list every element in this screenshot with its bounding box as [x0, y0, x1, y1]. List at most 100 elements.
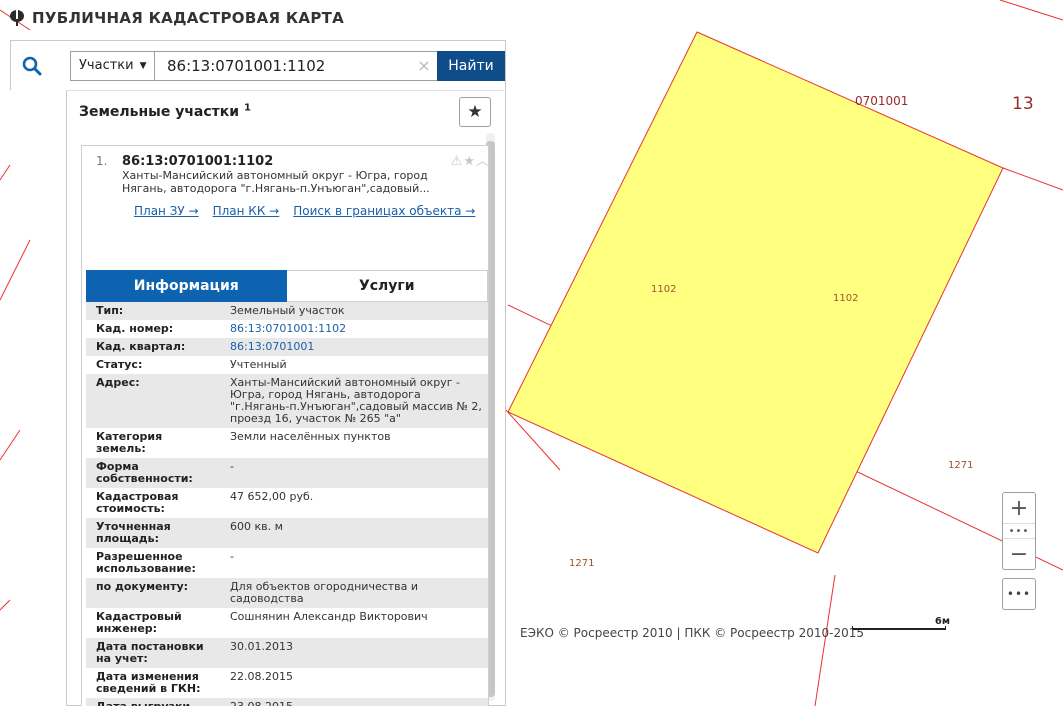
clear-icon[interactable]: ×: [411, 56, 437, 75]
info-key: Адрес:: [86, 374, 220, 428]
info-value: 30.01.2013: [220, 638, 488, 668]
table-row: Статус: Учтенный: [86, 356, 488, 374]
info-key: Категория земель:: [86, 428, 220, 458]
star-icon: ★: [467, 102, 483, 122]
plan-kk-link[interactable]: План КК →: [213, 204, 280, 218]
result-number: 1.: [96, 154, 108, 168]
info-key: Дата выгрузки сведений из ГКН:: [86, 698, 220, 706]
table-row: Уточненная площадь: 600 кв. м: [86, 518, 488, 548]
scale-line: [852, 626, 946, 630]
info-key: Кадастровый инженер:: [86, 608, 220, 638]
table-row: Кадастровая стоимость: 47 652,00 руб.: [86, 488, 488, 518]
info-value: 22.08.2015: [220, 668, 488, 698]
search-type-label: Участки: [79, 58, 134, 73]
info-value: Сошнянин Александр Викторович: [220, 608, 488, 638]
table-row: Адрес: Ханты-Мансийский автономный округ …: [86, 374, 488, 428]
favorites-button[interactable]: ★: [459, 97, 491, 127]
logo-icon: [10, 10, 24, 26]
info-value: Учтенный: [220, 356, 488, 374]
more-tools-button[interactable]: •••: [1002, 578, 1036, 610]
table-row: Категория земель: Земли населённых пункто…: [86, 428, 488, 458]
info-key: Кад. квартал:: [86, 338, 220, 356]
boundary-line: [0, 429, 21, 461]
result-title[interactable]: 86:13:0701001:1102: [122, 154, 478, 169]
info-key: Кадастровая стоимость:: [86, 488, 220, 518]
selected-parcel[interactable]: [507, 31, 1004, 554]
app-header: ПУБЛИЧНАЯ КАДАСТРОВАЯ КАРТА: [0, 0, 520, 36]
table-row: Форма собственности: -: [86, 458, 488, 488]
info-key: по документу:: [86, 578, 220, 608]
zoom-control: + ••• −: [1002, 492, 1036, 570]
table-row: Дата постановки на учет: 30.01.2013: [86, 638, 488, 668]
boundary-line: [1002, 167, 1063, 191]
table-row: Кад. номер: 86:13:0701001:1102: [86, 320, 488, 338]
info-table: Тип: Земельный участок Кад. номер: 86:13:0…: [86, 302, 488, 706]
info-value: 600 кв. м: [220, 518, 488, 548]
star-icon[interactable]: ★: [463, 154, 476, 169]
table-row: Дата изменения сведений в ГКН: 22.08.2015: [86, 668, 488, 698]
zoom-out-button[interactable]: −: [1003, 539, 1035, 569]
app-root: 0701001 13 1102 1102 1271 1271 ПУБЛИЧНАЯ…: [0, 0, 1063, 706]
panel-title: Земельные участки 1: [79, 102, 251, 120]
search-button[interactable]: [11, 42, 52, 90]
card-tools: ⚠★︿: [451, 150, 490, 169]
info-key: Тип:: [86, 302, 220, 320]
chevron-up-icon[interactable]: ︿: [476, 154, 490, 169]
boundary-line: [0, 239, 31, 301]
scale-label: 6м: [934, 616, 950, 627]
search-group: Участки ▼ × Найти: [70, 50, 505, 81]
info-key: Форма собственности:: [86, 458, 220, 488]
info-value: 47 652,00 руб.: [220, 488, 488, 518]
info-key: Дата изменения сведений в ГКН:: [86, 668, 220, 698]
quarter-label: 0701001: [855, 94, 909, 108]
warning-icon[interactable]: ⚠: [451, 154, 464, 169]
cadastral-quarter-link[interactable]: 86:13:0701001: [230, 340, 314, 353]
search-input[interactable]: [155, 51, 411, 80]
tab-information[interactable]: Информация: [86, 270, 287, 302]
table-row: Кад. квартал: 86:13:0701001: [86, 338, 488, 356]
parcel-label: 1102: [651, 284, 677, 295]
info-value: 23.08.2015: [220, 698, 488, 706]
card-tabs: Информация Услуги: [86, 270, 488, 302]
info-key: Кад. номер:: [86, 320, 220, 338]
table-row: Разрешенное использование: -: [86, 548, 488, 578]
result-subtitle-line2: Нягань, автодорога "г.Нягань-п.Унъюган",…: [122, 182, 430, 195]
info-value: Земли населённых пунктов: [220, 428, 488, 458]
info-key: Дата постановки на учет:: [86, 638, 220, 668]
search-in-bounds-link[interactable]: Поиск в границах объекта →: [293, 204, 475, 218]
tab-services[interactable]: Услуги: [286, 270, 488, 302]
cadastral-number-link[interactable]: 86:13:0701001:1102: [230, 322, 346, 335]
parcel-label: 1102: [833, 293, 859, 304]
map-attribution: ЕЭКО © Росреестр 2010 | ПКК © Росреестр …: [520, 626, 865, 640]
zoom-level-dots[interactable]: •••: [1003, 523, 1035, 539]
neighbor-label: 1271: [569, 558, 595, 569]
boundary-line: [0, 599, 11, 611]
boundary-line: [0, 164, 11, 181]
scale-bar: 6м: [852, 616, 950, 632]
panel-title-text: Земельные участки: [79, 104, 240, 120]
find-button[interactable]: Найти: [437, 50, 505, 81]
zoom-in-button[interactable]: +: [1003, 493, 1035, 523]
card-links: План ЗУ → План КК → Поиск в границах объ…: [134, 204, 475, 218]
district-label: 13: [1012, 94, 1034, 114]
info-value: Для объектов огородничества и садоводств…: [220, 578, 488, 608]
results-panel: Земельные участки 1 ★ 1. 86:13:0701001:1…: [66, 90, 506, 706]
info-value: -: [220, 458, 488, 488]
search-icon: [22, 56, 41, 75]
table-row: Тип: Земельный участок: [86, 302, 488, 320]
search-type-select[interactable]: Участки ▼: [71, 51, 155, 80]
info-value: 86:13:0701001:1102: [220, 320, 488, 338]
boundary-line: [814, 574, 836, 706]
neighbor-label: 1271: [948, 460, 974, 471]
search-bar: Участки ▼ × Найти: [10, 40, 506, 90]
info-key: Статус:: [86, 356, 220, 374]
info-value: 86:13:0701001: [220, 338, 488, 356]
boundary-line: [999, 0, 1063, 21]
table-row: Кадастровый инженер: Сошнянин Александр В…: [86, 608, 488, 638]
caret-down-icon: ▼: [139, 60, 147, 71]
info-value: Земельный участок: [220, 302, 488, 320]
info-value: -: [220, 548, 488, 578]
app-title: ПУБЛИЧНАЯ КАДАСТРОВАЯ КАРТА: [32, 9, 345, 27]
plan-zu-link[interactable]: План ЗУ →: [134, 204, 199, 218]
panel-header: Земельные участки 1 ★: [67, 91, 505, 135]
